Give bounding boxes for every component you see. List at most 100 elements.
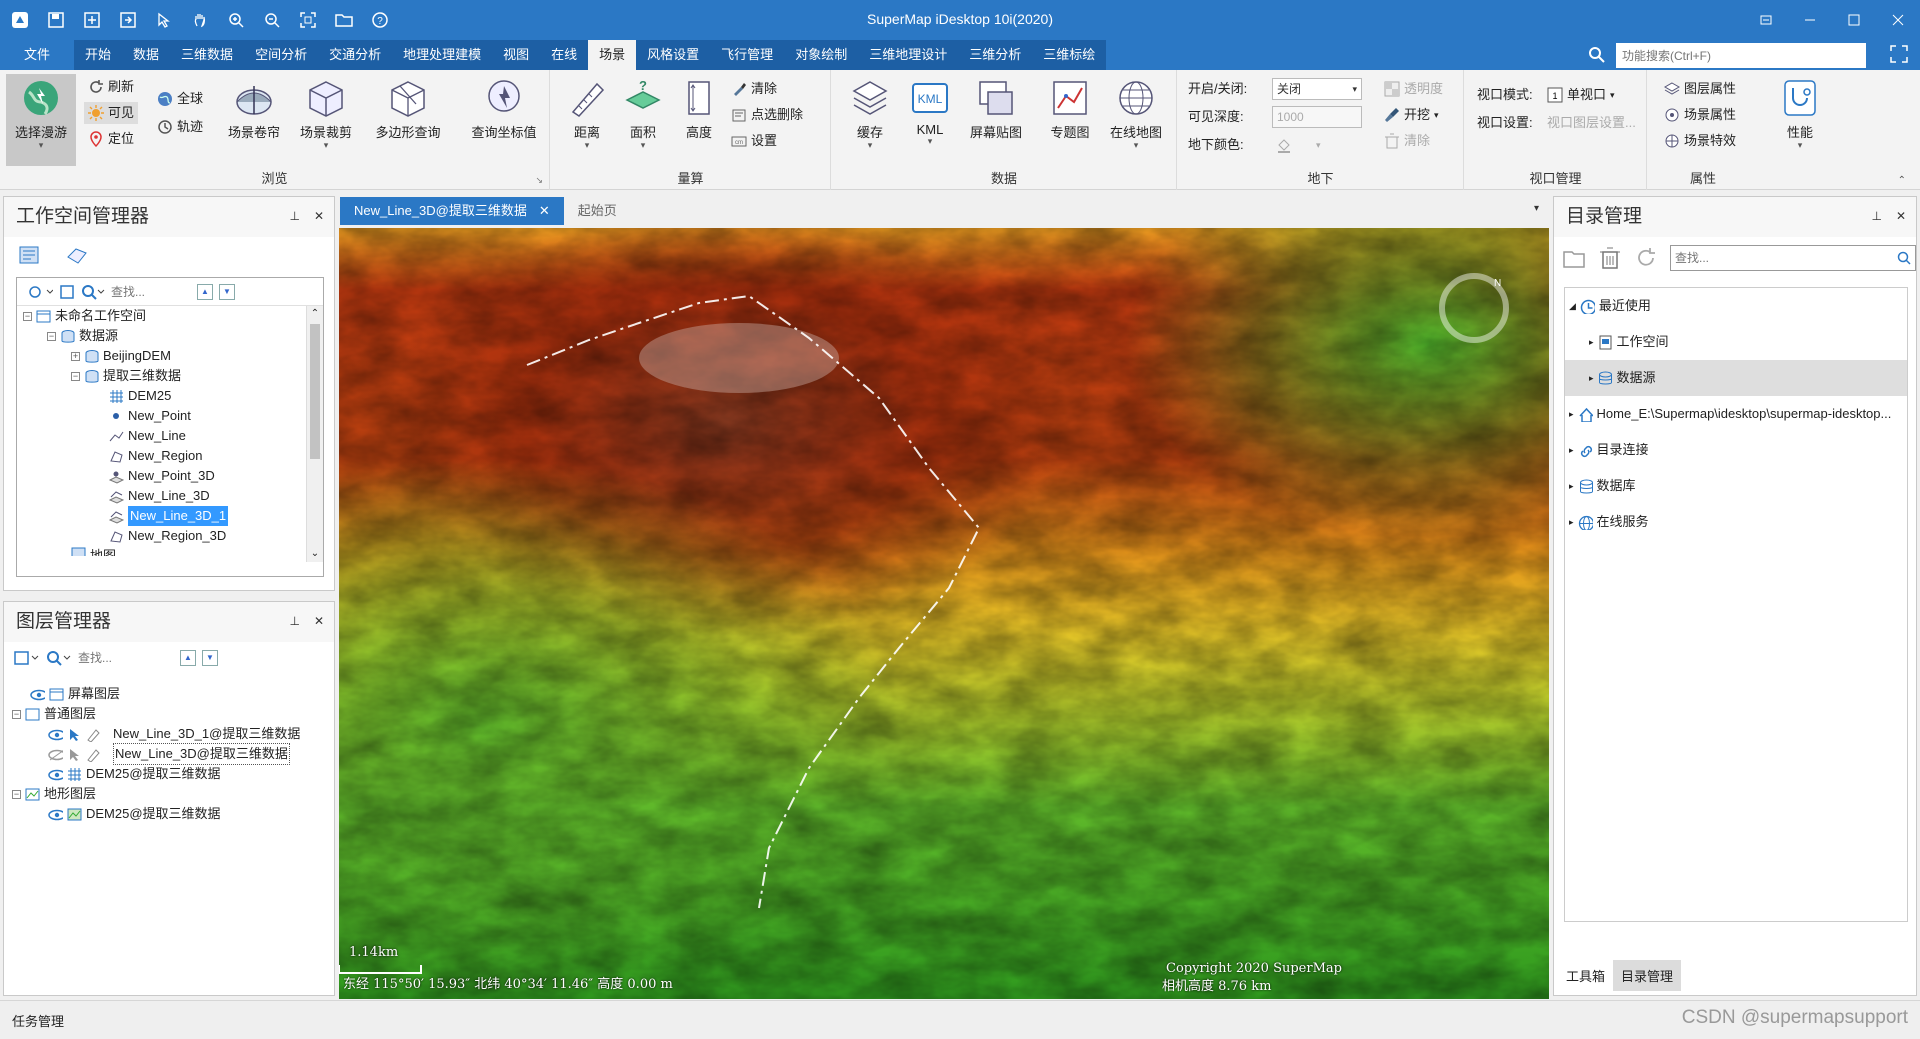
catalog-online-service[interactable]: ▸ 在线服务 (1565, 504, 1907, 540)
close-icon[interactable] (1876, 0, 1920, 40)
tree-map[interactable]: 地图 (17, 546, 307, 556)
panel-close-icon[interactable]: ✕ (314, 614, 324, 628)
move-up-icon[interactable]: ▲ (197, 283, 213, 300)
move-down-icon[interactable]: ▼ (202, 650, 218, 666)
restore-icon[interactable] (1744, 0, 1788, 40)
cache-button[interactable]: 缓存 ▾ (838, 74, 902, 162)
tab-view[interactable]: 视图 (492, 40, 541, 70)
visible-button[interactable]: 可见 (84, 102, 139, 124)
layer-props-button[interactable]: 图层属性 (1664, 78, 1736, 100)
measure-clear-button[interactable]: 清除 (731, 78, 777, 100)
distance-button[interactable]: 距离 ▾ (555, 74, 619, 162)
expand-arrow-icon[interactable]: ▸ (1569, 404, 1574, 424)
catalog-workspace[interactable]: ▸ 工作空间 (1565, 324, 1907, 360)
expand-arrow-icon[interactable]: ▸ (1589, 332, 1594, 352)
tab-3d-plotting[interactable]: 三维标绘 (1032, 40, 1107, 70)
collapse-toggle-icon[interactable]: − (71, 371, 80, 381)
scroll-up-icon[interactable]: ⌃ (307, 306, 323, 322)
tab-start[interactable]: 开始 (74, 40, 123, 70)
area-button[interactable]: ? 面积 ▾ (611, 74, 675, 162)
tab-start-page[interactable]: 起始页 (564, 197, 631, 225)
viewport-mode-select[interactable]: 1 单视口 ▾ (1547, 84, 1615, 106)
panel-close-icon[interactable]: ✕ (1896, 209, 1906, 223)
workspace-search-input[interactable] (111, 284, 191, 299)
move-down-icon[interactable]: ▼ (219, 283, 235, 300)
collapse-toggle-icon[interactable]: − (12, 789, 21, 799)
resource-tab-icon[interactable] (64, 245, 88, 267)
tab-online[interactable]: 在线 (540, 40, 589, 70)
tree-item[interactable]: New_Region (17, 446, 307, 466)
height-button[interactable]: 高度 (667, 74, 731, 162)
screen-map-button[interactable]: 屏幕贴图 (960, 74, 1032, 162)
catalog-dir-conn[interactable]: ▸ 目录连接 (1565, 432, 1907, 468)
new-folder-icon[interactable] (1562, 246, 1586, 270)
normal-layers-node[interactable]: − 普通图层 (10, 704, 332, 724)
workspace-tab-icon[interactable] (18, 245, 42, 267)
tree-item[interactable]: New_Line_3D (17, 486, 307, 506)
tree-root[interactable]: − 未命名工作空间 (17, 306, 307, 326)
expand-arrow-icon[interactable]: ▸ (1569, 476, 1574, 496)
thematic-button[interactable]: 专题图 (1038, 74, 1102, 162)
group-expand-icon[interactable]: ↘ (535, 175, 543, 186)
viewport-settings-button[interactable]: 视口图层设置... (1547, 112, 1636, 134)
tree-item[interactable]: New_Point (17, 406, 307, 426)
function-search-input[interactable] (1616, 43, 1866, 68)
refresh-icon[interactable] (1634, 246, 1658, 270)
scroll-down-icon[interactable]: ⌄ (307, 546, 323, 562)
collapse-toggle-icon[interactable]: − (23, 311, 32, 321)
tab-style[interactable]: 风格设置 (636, 40, 711, 70)
scene-shutter-button[interactable]: 场景卷帘 (222, 74, 286, 162)
underground-clear-button[interactable]: 清除 (1384, 130, 1430, 152)
catalog-datasource[interactable]: ▸ 数据源 (1565, 360, 1907, 396)
tab-3d-analysis[interactable]: 三维分析 (958, 40, 1033, 70)
scene-effects-button[interactable]: 场景特效 (1664, 130, 1736, 152)
online-map-button[interactable]: 在线地图 ▾ (1104, 74, 1168, 162)
terrain-layers-node[interactable]: − 地形图层 (10, 784, 332, 804)
collapse-toggle-icon[interactable]: − (47, 331, 56, 341)
tree-ds-beijingdem[interactable]: + BeijingDEM (17, 346, 307, 366)
tab-geoprocessing[interactable]: 地理处理建模 (392, 40, 493, 70)
tree-ds-extract[interactable]: − 提取三维数据 (17, 366, 307, 386)
scene-props-button[interactable]: 场景属性 (1664, 104, 1736, 126)
collapse-arrow-icon[interactable]: ◢ (1569, 296, 1576, 316)
tab-data[interactable]: 数据 (122, 40, 171, 70)
tab-scene[interactable]: 场景 (588, 40, 637, 70)
tree-scrollbar[interactable]: ⌃ ⌄ (306, 306, 323, 562)
layer-search-input[interactable] (78, 651, 174, 665)
track-button[interactable]: 轨迹 (157, 116, 203, 138)
add-layer-icon[interactable] (14, 650, 40, 666)
screen-layer-node[interactable]: 屏幕图层 (10, 684, 332, 704)
locate-node-icon[interactable] (59, 284, 75, 300)
expand-arrow-icon[interactable]: ▸ (1569, 440, 1574, 460)
layer-item[interactable]: DEM25@提取三维数据 (10, 764, 332, 784)
point-delete-button[interactable]: 点选删除 (731, 104, 803, 126)
locate-button[interactable]: 定位 (88, 128, 134, 150)
select-roam-button[interactable]: 选择漫游 ▾ (6, 74, 76, 166)
tree-item[interactable]: DEM25 (17, 386, 307, 406)
underground-toggle-select[interactable]: 关闭 ▾ (1272, 78, 1362, 100)
catalog-home[interactable]: ▸ Home_E:\Supermap\idesktop\supermap-ides… (1565, 396, 1907, 432)
expand-toggle-icon[interactable]: + (71, 351, 80, 361)
global-button[interactable]: 全球 (157, 88, 203, 110)
tree-item[interactable]: New_Region_3D (17, 526, 307, 546)
terrain-item[interactable]: DEM25@提取三维数据 (10, 804, 332, 824)
catalog-recent[interactable]: ◢ 最近使用 (1565, 288, 1907, 324)
pin-icon[interactable]: ⊥ (289, 209, 299, 223)
tab-flight[interactable]: 飞行管理 (710, 40, 785, 70)
tab-list-dropdown-icon[interactable]: ▾ (1534, 203, 1539, 214)
measure-settings-button[interactable]: cm 设置 (731, 130, 777, 152)
expand-arrow-icon[interactable]: ▸ (1569, 512, 1574, 532)
minimize-icon[interactable] (1788, 0, 1832, 40)
view-options-icon[interactable] (27, 284, 53, 300)
tree-item[interactable]: New_Point_3D (17, 466, 307, 486)
underground-color-picker[interactable]: ▾ (1276, 134, 1321, 156)
transparency-button[interactable]: 透明度 (1384, 78, 1443, 100)
tab-scene-window[interactable]: New_Line_3D@提取三维数据 ✕ (340, 197, 564, 225)
panel-close-icon[interactable]: ✕ (314, 209, 324, 223)
tab-object-draw[interactable]: 对象绘制 (784, 40, 859, 70)
tab-traffic-analysis[interactable]: 交通分析 (318, 40, 393, 70)
tree-datasources[interactable]: − 数据源 (17, 326, 307, 346)
maximize-icon[interactable] (1832, 0, 1876, 40)
tab-3d-design[interactable]: 三维地理设计 (858, 40, 959, 70)
performance-button[interactable]: 性能 ▾ (1772, 74, 1828, 162)
